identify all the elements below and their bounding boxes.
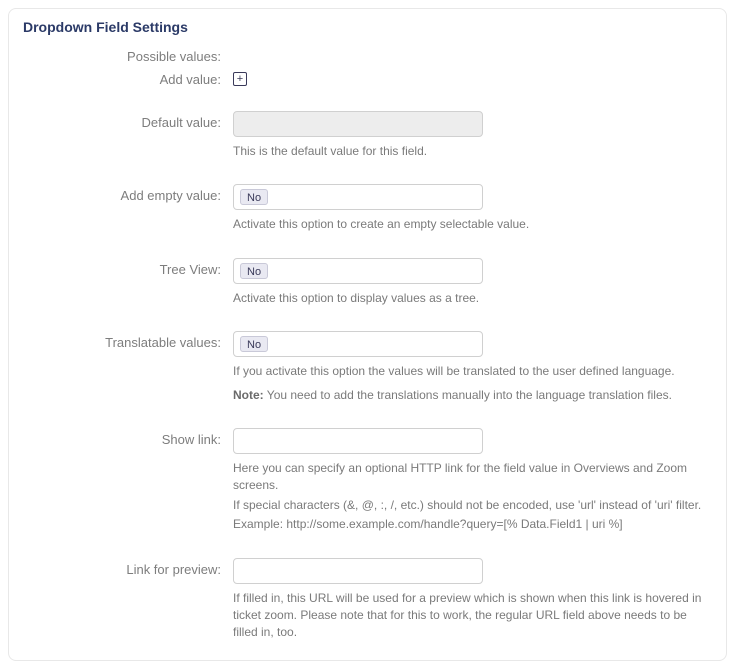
add-value-icon[interactable]: + — [233, 72, 247, 86]
dropdown-field-settings-panel: Dropdown Field Settings Possible values:… — [8, 8, 727, 661]
helper-link-for-preview: If filled in, this URL will be used for … — [233, 590, 712, 642]
row-link-for-preview: Link for preview: If filled in, this URL… — [23, 558, 712, 642]
helper-default-value: This is the default value for this field… — [233, 143, 712, 160]
helper-show-link-3: Example: http://some.example.com/handle?… — [233, 516, 712, 533]
tree-view-select[interactable]: No — [233, 258, 483, 284]
helper-tree-view: Activate this option to display values a… — [233, 290, 712, 307]
link-for-preview-input[interactable] — [233, 558, 483, 584]
label-add-empty-value: Add empty value: — [23, 184, 233, 203]
helper-translatable-note: Note: You need to add the translations m… — [233, 387, 712, 404]
row-default-value: Default value: This is the default value… — [23, 111, 712, 160]
label-link-for-preview: Link for preview: — [23, 558, 233, 577]
row-add-value: Add value: + — [23, 68, 712, 87]
row-tree-view: Tree View: No Activate this option to di… — [23, 258, 712, 307]
row-show-link: Show link: Here you can specify an optio… — [23, 428, 712, 534]
label-translatable-values: Translatable values: — [23, 331, 233, 350]
translatable-values-select[interactable]: No — [233, 331, 483, 357]
label-add-value: Add value: — [23, 68, 233, 87]
note-label: Note: — [233, 388, 264, 402]
label-show-link: Show link: — [23, 428, 233, 447]
helper-translatable-line1: If you activate this option the values w… — [233, 363, 712, 380]
panel-title: Dropdown Field Settings — [23, 19, 712, 35]
translatable-values-selected: No — [240, 336, 268, 352]
show-link-input[interactable] — [233, 428, 483, 454]
default-value-input[interactable] — [233, 111, 483, 137]
add-empty-value-select[interactable]: No — [233, 184, 483, 210]
label-tree-view: Tree View: — [23, 258, 233, 277]
helper-add-empty-value: Activate this option to create an empty … — [233, 216, 712, 233]
label-default-value: Default value: — [23, 111, 233, 130]
note-text: You need to add the translations manuall… — [264, 388, 672, 402]
label-possible-values: Possible values: — [23, 45, 233, 64]
add-empty-value-selected: No — [240, 189, 268, 205]
row-add-empty-value: Add empty value: No Activate this option… — [23, 184, 712, 233]
helper-show-link-2: If special characters (&, @, :, /, etc.)… — [233, 497, 712, 514]
row-possible-values: Possible values: — [23, 45, 712, 64]
tree-view-selected: No — [240, 263, 268, 279]
row-translatable-values: Translatable values: No If you activate … — [23, 331, 712, 404]
helper-show-link-1: Here you can specify an optional HTTP li… — [233, 460, 712, 495]
